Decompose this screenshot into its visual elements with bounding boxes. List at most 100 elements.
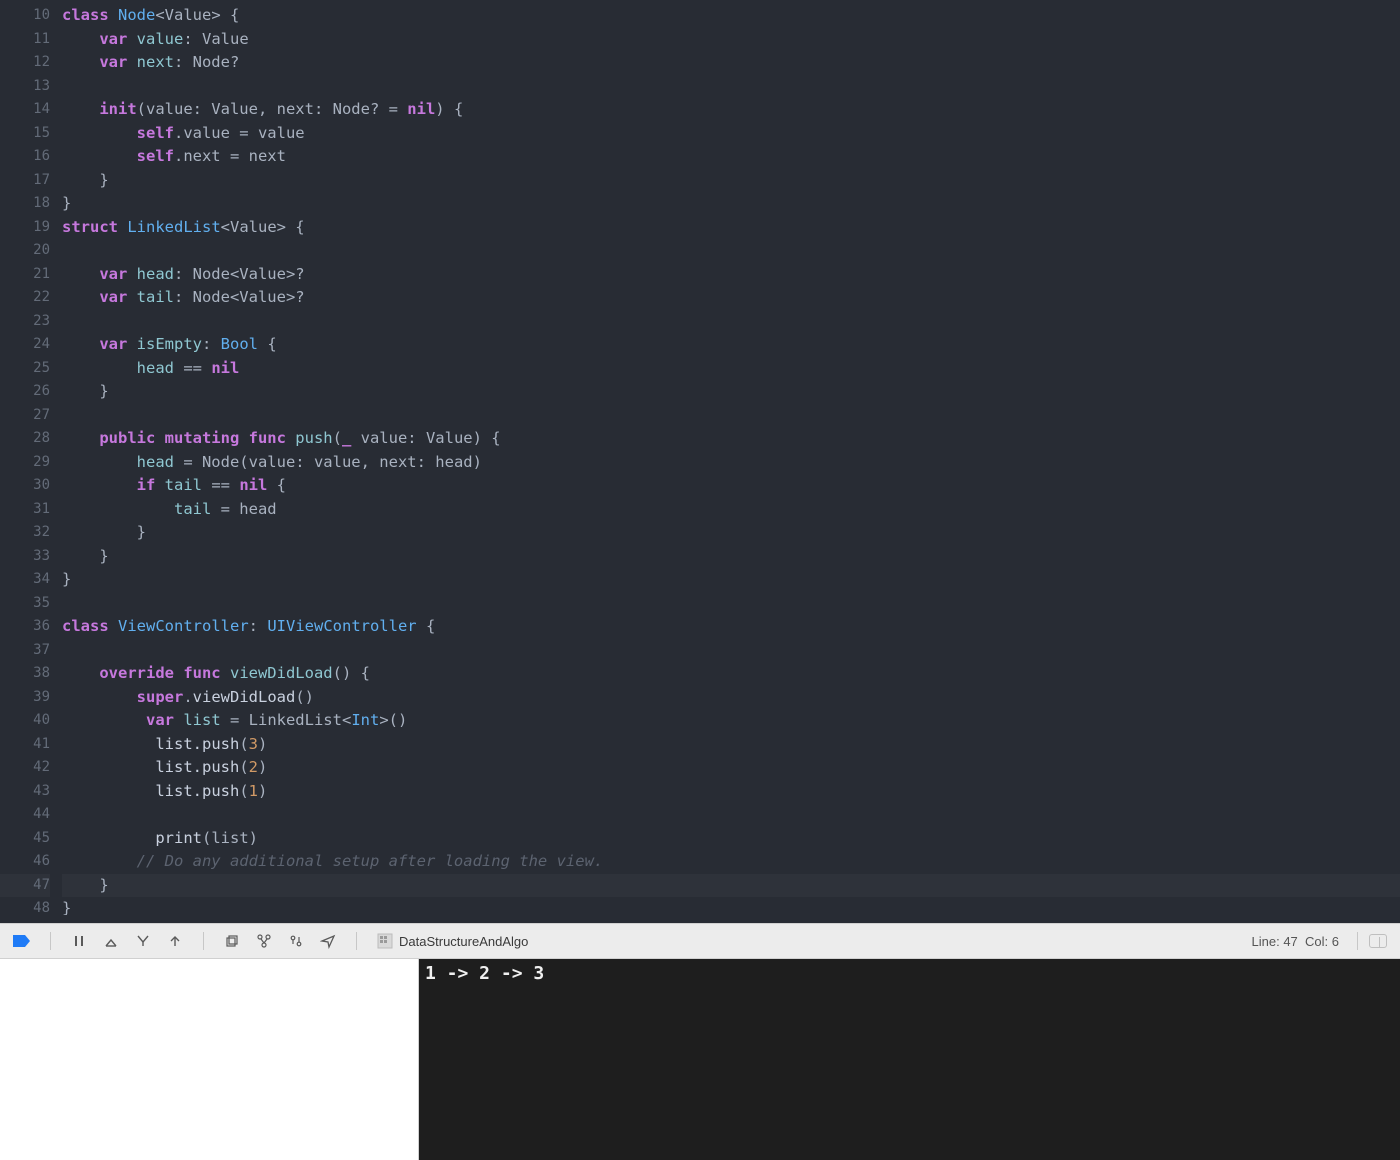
line-number: 35 [0, 592, 50, 616]
panel-layout-icon [1369, 934, 1387, 948]
toolbar-separator [1357, 932, 1358, 950]
code-line[interactable]: head = Node(value: value, next: head) [62, 451, 1400, 475]
line-number: 24 [0, 333, 50, 357]
line-number: 20 [0, 239, 50, 263]
cursor-position: Line: 47 Col: 6 [1252, 934, 1339, 949]
line-number: 42 [0, 756, 50, 780]
line-number-gutter: 1011121314151617181920212223242526272829… [0, 0, 62, 923]
line-number: 39 [0, 686, 50, 710]
line-number: 21 [0, 263, 50, 287]
code-line[interactable]: } [62, 192, 1400, 216]
code-line[interactable]: } [62, 380, 1400, 404]
code-line[interactable]: var isEmpty: Bool { [62, 333, 1400, 357]
code-content[interactable]: class Node<Value> { var value: Value var… [62, 0, 1400, 923]
code-line[interactable]: head == nil [62, 357, 1400, 381]
code-line[interactable] [62, 239, 1400, 263]
line-number: 48 [0, 897, 50, 921]
pause-button[interactable] [67, 929, 91, 953]
code-line[interactable]: class Node<Value> { [62, 4, 1400, 28]
line-number: 29 [0, 451, 50, 475]
code-line[interactable]: } [62, 521, 1400, 545]
line-number: 10 [0, 4, 50, 28]
code-line[interactable]: var head: Node<Value>? [62, 263, 1400, 287]
code-line[interactable]: self.value = value [62, 122, 1400, 146]
line-number: 14 [0, 98, 50, 122]
line-number: 44 [0, 803, 50, 827]
line-number: 47 [0, 874, 50, 898]
code-line[interactable]: var list = LinkedList<Int>() [62, 709, 1400, 733]
simulate-location-button[interactable] [316, 929, 340, 953]
line-number: 33 [0, 545, 50, 569]
code-line[interactable]: } [62, 169, 1400, 193]
line-number: 31 [0, 498, 50, 522]
line-number: 37 [0, 639, 50, 663]
console-line: 1 -> 2 -> 3 [425, 963, 544, 984]
toolbar-separator [356, 932, 357, 950]
code-line[interactable]: self.next = next [62, 145, 1400, 169]
code-line[interactable]: var tail: Node<Value>? [62, 286, 1400, 310]
line-number: 36 [0, 615, 50, 639]
code-line[interactable] [62, 639, 1400, 663]
code-line[interactable]: print(list) [62, 827, 1400, 851]
code-line[interactable]: override func viewDidLoad() { [62, 662, 1400, 686]
line-number: 34 [0, 568, 50, 592]
line-number: 22 [0, 286, 50, 310]
app-icon [377, 933, 393, 949]
continue-button[interactable] [99, 929, 123, 953]
scheme-selector[interactable]: DataStructureAndAlgo [377, 933, 528, 949]
environment-overrides-button[interactable] [284, 929, 308, 953]
code-line[interactable]: if tail == nil { [62, 474, 1400, 498]
code-line[interactable]: tail = head [62, 498, 1400, 522]
line-number: 27 [0, 404, 50, 428]
code-line[interactable] [62, 404, 1400, 428]
code-line[interactable]: } [62, 897, 1400, 915]
line-number: 26 [0, 380, 50, 404]
line-number: 11 [0, 28, 50, 52]
line-number: 17 [0, 169, 50, 193]
debug-toolbar: DataStructureAndAlgo Line: 47 Col: 6 [0, 923, 1400, 959]
code-line[interactable]: } [62, 874, 1400, 898]
line-number: 43 [0, 780, 50, 804]
code-line[interactable] [62, 310, 1400, 334]
line-number: 25 [0, 357, 50, 381]
code-line[interactable]: struct LinkedList<Value> { [62, 216, 1400, 240]
code-editor[interactable]: 1011121314151617181920212223242526272829… [0, 0, 1400, 923]
line-number: 15 [0, 122, 50, 146]
code-line[interactable]: var value: Value [62, 28, 1400, 52]
line-number: 16 [0, 145, 50, 169]
code-line[interactable] [62, 592, 1400, 616]
toggle-debug-area-button[interactable] [1366, 929, 1390, 953]
code-line[interactable]: list.push(2) [62, 756, 1400, 780]
line-number: 30 [0, 474, 50, 498]
step-into-button[interactable] [163, 929, 187, 953]
variables-view[interactable] [0, 959, 419, 1160]
code-line[interactable]: } [62, 568, 1400, 592]
code-line[interactable]: } [62, 545, 1400, 569]
step-over-button[interactable] [131, 929, 155, 953]
code-line[interactable]: class ViewController: UIViewController { [62, 615, 1400, 639]
console-output[interactable]: 1 -> 2 -> 3 [419, 959, 1400, 1160]
toolbar-separator [50, 932, 51, 950]
code-line[interactable]: init(value: Value, next: Node? = nil) { [62, 98, 1400, 122]
code-line[interactable] [62, 803, 1400, 827]
code-line[interactable] [62, 75, 1400, 99]
code-line[interactable]: super.viewDidLoad() [62, 686, 1400, 710]
debug-area: 1 -> 2 -> 3 [0, 959, 1400, 1160]
debug-view-hierarchy-button[interactable] [220, 929, 244, 953]
debug-memory-graph-button[interactable] [252, 929, 276, 953]
code-line[interactable]: list.push(3) [62, 733, 1400, 757]
breakpoint-toggle-button[interactable] [10, 929, 34, 953]
code-line[interactable]: public mutating func push(_ value: Value… [62, 427, 1400, 451]
toolbar-separator [203, 932, 204, 950]
code-line[interactable]: list.push(1) [62, 780, 1400, 804]
scheme-name: DataStructureAndAlgo [399, 934, 528, 949]
line-number: 45 [0, 827, 50, 851]
line-number: 18 [0, 192, 50, 216]
code-line[interactable]: // Do any additional setup after loading… [62, 850, 1400, 874]
line-number: 23 [0, 310, 50, 334]
line-number: 19 [0, 216, 50, 240]
line-number: 12 [0, 51, 50, 75]
line-number: 28 [0, 427, 50, 451]
code-line[interactable]: var next: Node? [62, 51, 1400, 75]
line-number: 40 [0, 709, 50, 733]
